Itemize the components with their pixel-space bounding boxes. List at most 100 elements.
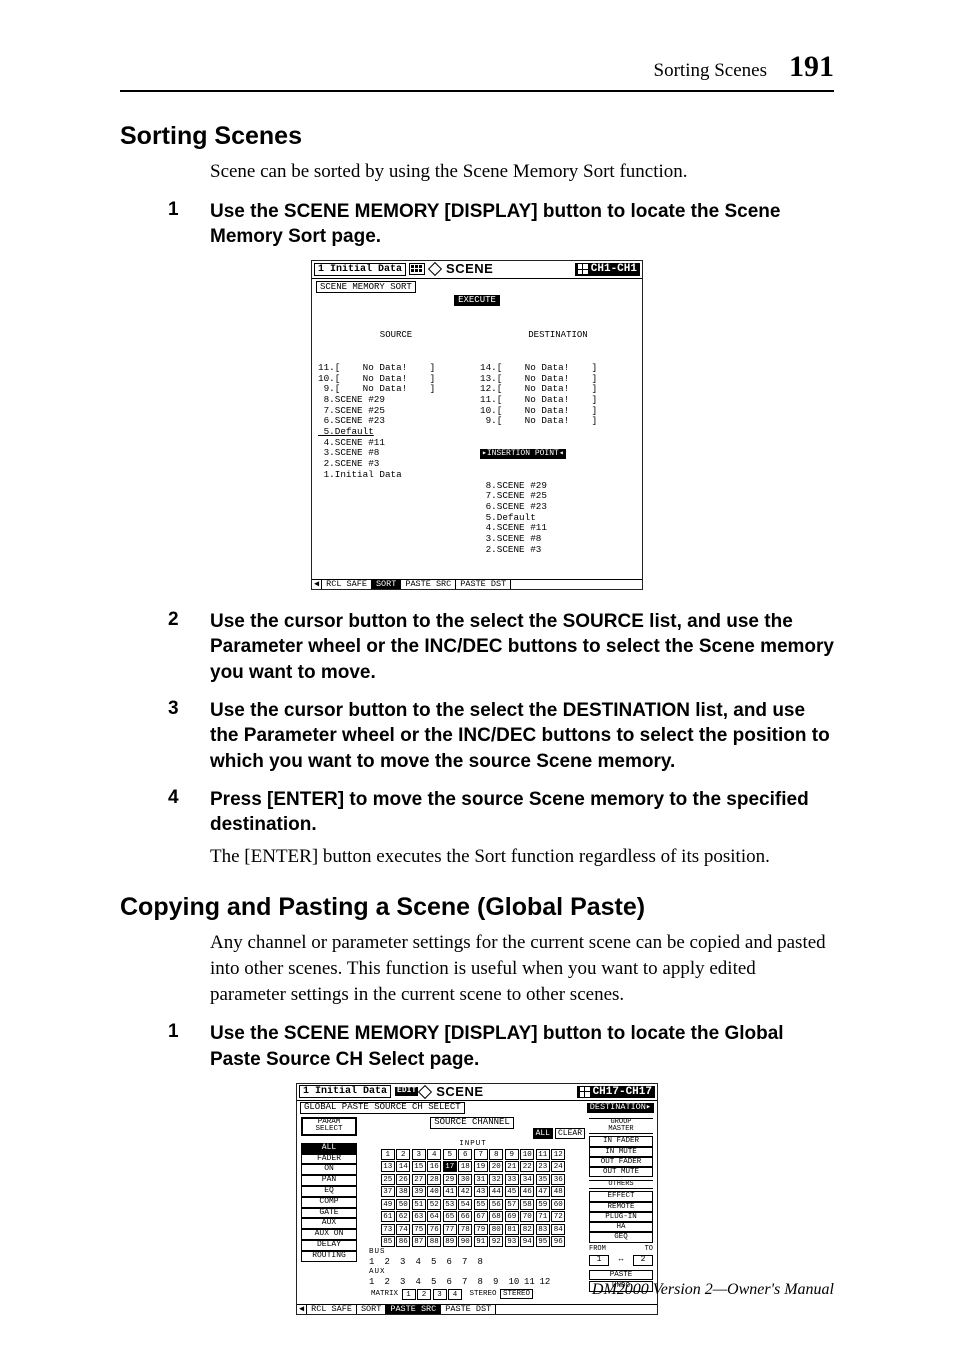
- input-ch-41[interactable]: 41: [443, 1186, 457, 1197]
- input-ch-69[interactable]: 69: [505, 1211, 519, 1222]
- tab-paste-dst[interactable]: PASTE DST: [456, 579, 511, 589]
- input-ch-13[interactable]: 13: [381, 1161, 395, 1172]
- aux-11[interactable]: 11: [524, 1278, 538, 1288]
- input-ch-36[interactable]: 36: [551, 1174, 565, 1185]
- matrix-1[interactable]: 1: [402, 1289, 416, 1300]
- input-ch-90[interactable]: 90: [458, 1236, 472, 1247]
- input-ch-94[interactable]: 94: [520, 1236, 534, 1247]
- others-effect[interactable]: EFFECT: [589, 1191, 653, 1201]
- input-ch-96[interactable]: 96: [551, 1236, 565, 1247]
- input-ch-28[interactable]: 28: [427, 1174, 441, 1185]
- others-plug-in[interactable]: PLUG-IN: [589, 1212, 653, 1222]
- input-ch-51[interactable]: 51: [412, 1199, 426, 1210]
- input-ch-75[interactable]: 75: [412, 1224, 426, 1235]
- input-ch-47[interactable]: 47: [536, 1186, 550, 1197]
- input-ch-39[interactable]: 39: [412, 1186, 426, 1197]
- clear-button[interactable]: CLEAR: [555, 1128, 585, 1139]
- tab-sort[interactable]: SORT: [372, 579, 401, 589]
- matrix-4[interactable]: 4: [448, 1289, 462, 1300]
- input-ch-93[interactable]: 93: [505, 1236, 519, 1247]
- input-ch-72[interactable]: 72: [551, 1211, 565, 1222]
- input-ch-92[interactable]: 92: [489, 1236, 503, 1247]
- bus-6[interactable]: 6: [447, 1258, 461, 1268]
- input-ch-32[interactable]: 32: [489, 1174, 503, 1185]
- input-ch-52[interactable]: 52: [427, 1199, 441, 1210]
- input-ch-8[interactable]: 8: [489, 1149, 503, 1160]
- input-ch-87[interactable]: 87: [412, 1236, 426, 1247]
- input-ch-88[interactable]: 88: [427, 1236, 441, 1247]
- others-remote[interactable]: REMOTE: [589, 1202, 653, 1212]
- input-ch-48[interactable]: 48: [551, 1186, 565, 1197]
- input-ch-63[interactable]: 63: [412, 1211, 426, 1222]
- param-pan[interactable]: PAN: [301, 1175, 357, 1186]
- input-ch-2[interactable]: 2: [396, 1149, 410, 1160]
- param-fader[interactable]: FADER: [301, 1154, 357, 1165]
- execute-button[interactable]: EXECUTE: [312, 295, 642, 307]
- input-ch-68[interactable]: 68: [489, 1211, 503, 1222]
- stereo-button[interactable]: STEREO: [500, 1289, 533, 1299]
- input-ch-26[interactable]: 26: [396, 1174, 410, 1185]
- input-ch-34[interactable]: 34: [520, 1174, 534, 1185]
- tab-paste-dst[interactable]: PASTE DST: [441, 1304, 496, 1314]
- bus-2[interactable]: 2: [385, 1258, 399, 1268]
- param-all[interactable]: ALL: [301, 1143, 357, 1154]
- input-ch-27[interactable]: 27: [412, 1174, 426, 1185]
- param-aux-on[interactable]: AUX ON: [301, 1229, 357, 1240]
- input-ch-23[interactable]: 23: [536, 1161, 550, 1172]
- input-ch-4[interactable]: 4: [427, 1149, 441, 1160]
- group-out-fader[interactable]: OUT FADER: [589, 1157, 653, 1167]
- paste-button[interactable]: PASTE: [589, 1270, 653, 1280]
- input-ch-16[interactable]: 16: [427, 1161, 441, 1172]
- input-ch-46[interactable]: 46: [520, 1186, 534, 1197]
- input-ch-45[interactable]: 45: [505, 1186, 519, 1197]
- input-ch-25[interactable]: 25: [381, 1174, 395, 1185]
- input-ch-10[interactable]: 10: [520, 1149, 534, 1160]
- input-ch-21[interactable]: 21: [505, 1161, 519, 1172]
- input-ch-11[interactable]: 11: [536, 1149, 550, 1160]
- input-ch-78[interactable]: 78: [458, 1224, 472, 1235]
- tab-sort[interactable]: SORT: [357, 1304, 386, 1314]
- input-ch-24[interactable]: 24: [551, 1161, 565, 1172]
- input-ch-70[interactable]: 70: [520, 1211, 534, 1222]
- input-ch-91[interactable]: 91: [474, 1236, 488, 1247]
- aux-12[interactable]: 12: [540, 1278, 554, 1288]
- input-ch-15[interactable]: 15: [412, 1161, 426, 1172]
- input-ch-59[interactable]: 59: [536, 1199, 550, 1210]
- param-eq[interactable]: EQ: [301, 1186, 357, 1197]
- tab-left-arrow-icon[interactable]: ◀: [312, 580, 322, 590]
- input-ch-77[interactable]: 77: [443, 1224, 457, 1235]
- source-column[interactable]: SOURCE 11.[ No Data! ]10.[ No Data! ] 9.…: [318, 309, 474, 577]
- tab-left-arrow-icon[interactable]: ◀: [297, 1305, 307, 1314]
- input-ch-19[interactable]: 19: [474, 1161, 488, 1172]
- input-channel-grid[interactable]: 1234567891011121314151617181920212223242…: [361, 1149, 585, 1248]
- aux-grid[interactable]: 123456789101112: [369, 1278, 585, 1288]
- bus-1[interactable]: 1: [369, 1258, 383, 1268]
- from-value[interactable]: 1: [589, 1255, 609, 1266]
- input-ch-95[interactable]: 95: [536, 1236, 550, 1247]
- input-ch-3[interactable]: 3: [412, 1149, 426, 1160]
- input-ch-81[interactable]: 81: [505, 1224, 519, 1235]
- input-ch-22[interactable]: 22: [520, 1161, 534, 1172]
- input-ch-80[interactable]: 80: [489, 1224, 503, 1235]
- aux-2[interactable]: 2: [385, 1278, 399, 1288]
- input-ch-6[interactable]: 6: [458, 1149, 472, 1160]
- param-routing[interactable]: ROUTING: [301, 1251, 357, 1262]
- input-ch-86[interactable]: 86: [396, 1236, 410, 1247]
- matrix-3[interactable]: 3: [433, 1289, 447, 1300]
- to-value[interactable]: 2: [633, 1255, 653, 1266]
- input-ch-37[interactable]: 37: [381, 1186, 395, 1197]
- input-ch-65[interactable]: 65: [443, 1211, 457, 1222]
- tab-rcl-safe[interactable]: RCL SAFE: [307, 1304, 357, 1314]
- destination-column[interactable]: DESTINATION 14.[ No Data! ]13.[ No Data!…: [480, 309, 636, 577]
- group-out-mute[interactable]: OUT MUTE: [589, 1167, 653, 1177]
- input-ch-38[interactable]: 38: [396, 1186, 410, 1197]
- input-ch-31[interactable]: 31: [474, 1174, 488, 1185]
- input-ch-66[interactable]: 66: [458, 1211, 472, 1222]
- input-ch-54[interactable]: 54: [458, 1199, 472, 1210]
- input-ch-73[interactable]: 73: [381, 1224, 395, 1235]
- input-ch-53[interactable]: 53: [443, 1199, 457, 1210]
- input-ch-20[interactable]: 20: [489, 1161, 503, 1172]
- input-ch-58[interactable]: 58: [520, 1199, 534, 1210]
- param-on[interactable]: ON: [301, 1164, 357, 1175]
- destination-list-item[interactable]: 9.[ No Data! ]: [480, 416, 636, 427]
